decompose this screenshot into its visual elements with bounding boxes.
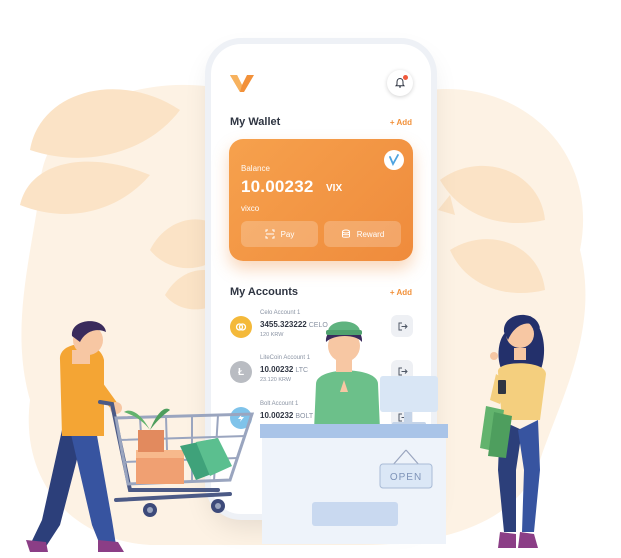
scene: My Wallet + Add Balance 10.00232 VIX vix…: [0, 0, 621, 558]
shopper-man-illustration: [26, 321, 124, 552]
shop-counter-illustration: OPEN: [260, 424, 448, 544]
shopping-cart-illustration: [98, 400, 255, 517]
cashier-illustration: [314, 321, 380, 430]
register-monitor-illustration: [380, 376, 438, 428]
shopper-woman-illustration: [480, 314, 546, 548]
foreground-illustration: OPEN: [26, 314, 546, 552]
open-sign: OPEN: [390, 472, 422, 483]
